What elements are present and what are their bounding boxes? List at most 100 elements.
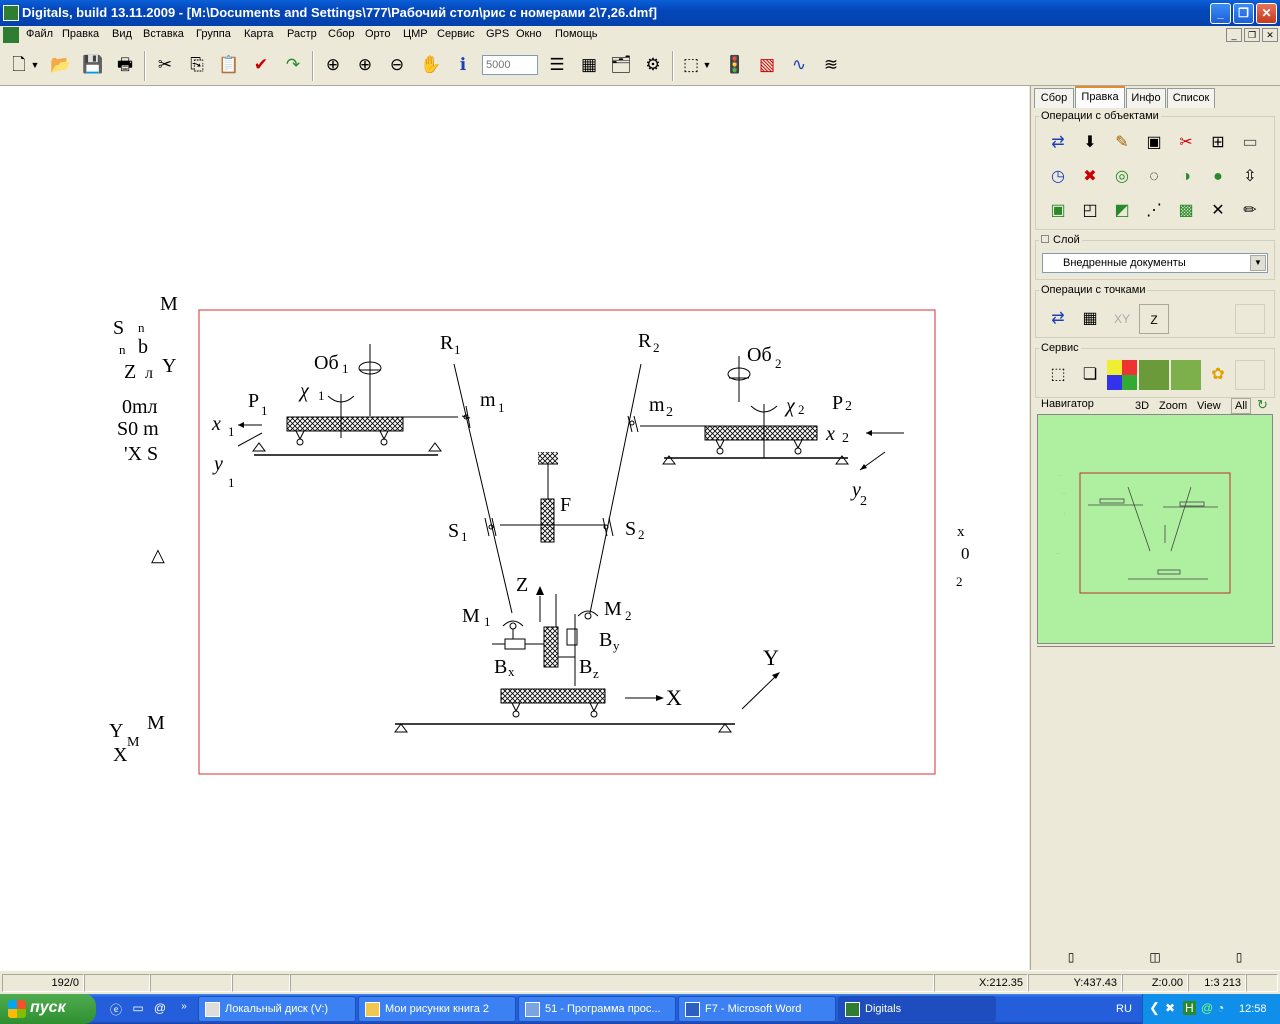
- tray-volume-icon[interactable]: ◔: [1217, 1001, 1224, 1015]
- layer-checkbox[interactable]: [1041, 235, 1049, 243]
- rotate-dial-icon[interactable]: ◷: [1043, 162, 1073, 192]
- subtract-icon[interactable]: ◑: [1171, 162, 1201, 192]
- task-digitals[interactable]: Digitals: [838, 996, 996, 1022]
- info-icon[interactable]: ℹ: [450, 52, 476, 78]
- tray-arrow-icon[interactable]: ❮: [1149, 1000, 1160, 1016]
- delete-node-icon[interactable]: ✖: [1075, 162, 1105, 192]
- refresh-icon[interactable]: ↻: [1257, 397, 1268, 413]
- dz-icon[interactable]: ⇳: [1235, 162, 1265, 192]
- stack-icon[interactable]: ❏: [1075, 360, 1105, 390]
- language-indicator[interactable]: RU: [1116, 1003, 1132, 1015]
- task-word[interactable]: F7 - Microsoft Word: [678, 996, 836, 1022]
- task-image-viewer[interactable]: 51 - Программа прос...: [518, 996, 676, 1022]
- menu-raster[interactable]: Растр: [287, 28, 317, 40]
- traffic-light-icon[interactable]: 🚦: [722, 52, 748, 78]
- raster-photo-icon[interactable]: [1171, 360, 1201, 390]
- check-icon[interactable]: ✔: [248, 52, 274, 78]
- menu-file[interactable]: Файл: [26, 28, 53, 40]
- zoom-in-icon[interactable]: ⊕: [352, 52, 378, 78]
- cube-icon[interactable]: ⬚: [1043, 360, 1073, 390]
- mdi-restore-button[interactable]: ❐: [1244, 28, 1260, 42]
- navigator-splitter[interactable]: [1037, 646, 1275, 652]
- circle-icon[interactable]: ●: [1203, 162, 1233, 192]
- color-grid-icon[interactable]: [1107, 360, 1137, 390]
- new-dropdown-icon[interactable]: ▼: [28, 52, 42, 78]
- document-icon[interactable]: [3, 27, 19, 43]
- navigator-all-button[interactable]: All: [1231, 398, 1252, 414]
- drawing-canvas[interactable]: Об 1 Об 2 R1 R2 χ1 χ2 P1 P2 m1 m2 x1 y1 x2…: [0, 86, 1029, 970]
- menu-service[interactable]: Сервис: [437, 28, 475, 40]
- chevron-down-icon[interactable]: ▼: [1250, 255, 1266, 271]
- z-button[interactable]: Z: [1139, 304, 1169, 334]
- app-icon[interactable]: [3, 5, 19, 21]
- tab-collect[interactable]: Сбор: [1034, 88, 1074, 108]
- union-icon[interactable]: ◎: [1107, 162, 1137, 192]
- tab-info[interactable]: Инфо: [1126, 88, 1166, 108]
- raster-tiles-icon[interactable]: [1139, 360, 1169, 390]
- select-dropdown-icon[interactable]: ▼: [700, 52, 714, 78]
- clock[interactable]: 12:58: [1239, 1003, 1267, 1015]
- navigator-view[interactable]: · · · · · · ·: [1037, 414, 1273, 644]
- dotted-line-icon[interactable]: ⋰: [1139, 196, 1169, 226]
- layout-right-icon[interactable]: ▯: [1219, 950, 1259, 968]
- color-wheel-icon[interactable]: ✿: [1203, 360, 1233, 390]
- tray-h-icon[interactable]: H: [1183, 1001, 1196, 1015]
- pencil-icon[interactable]: ✏: [1235, 196, 1265, 226]
- properties-icon[interactable]: 🗂: [608, 52, 634, 78]
- curve-icon[interactable]: ∿: [786, 52, 812, 78]
- raster-icon[interactable]: ▧: [754, 52, 780, 78]
- quicklaunch-desktop-icon[interactable]: ▭: [130, 1001, 146, 1017]
- zoom-scale-input[interactable]: [482, 55, 538, 75]
- grid-pattern-icon[interactable]: ▩: [1171, 196, 1201, 226]
- minimize-button[interactable]: _: [1210, 3, 1231, 24]
- layout-split-icon[interactable]: ◫: [1135, 950, 1175, 968]
- menu-map[interactable]: Карта: [244, 28, 273, 40]
- task-folder[interactable]: Мои рисунки книга 2: [358, 996, 516, 1022]
- break-line-icon[interactable]: ✂: [1171, 128, 1201, 158]
- print-icon[interactable]: 🖶: [112, 52, 138, 78]
- swap-points-icon[interactable]: ⇄: [1043, 304, 1073, 334]
- quicklaunch-more-icon[interactable]: »: [176, 1001, 192, 1017]
- menu-dem[interactable]: ЦМР: [403, 28, 428, 40]
- layout-single-icon[interactable]: ▯: [1051, 950, 1091, 968]
- objects-icon[interactable]: ▣: [1139, 128, 1169, 158]
- menu-help[interactable]: Помощь: [555, 28, 598, 40]
- menu-view[interactable]: Вид: [112, 28, 132, 40]
- figure-frame[interactable]: [198, 309, 936, 775]
- menu-window[interactable]: Окно: [516, 28, 542, 40]
- xy-button[interactable]: XY: [1107, 304, 1137, 334]
- menu-insert[interactable]: Вставка: [143, 28, 184, 40]
- ruler-icon[interactable]: ▭: [1235, 128, 1265, 158]
- intersect-icon[interactable]: ◌: [1139, 162, 1169, 192]
- quicklaunch-ie-icon[interactable]: ⓔ: [108, 1001, 124, 1017]
- contour-icon[interactable]: ≋: [818, 52, 844, 78]
- node-edit-icon[interactable]: ✎: [1107, 128, 1137, 158]
- polygon-icon[interactable]: ◩: [1107, 196, 1137, 226]
- mdi-close-button[interactable]: ✕: [1262, 28, 1278, 42]
- mdi-minimize-button[interactable]: _: [1226, 28, 1242, 42]
- navigator-view-button[interactable]: View: [1197, 400, 1221, 412]
- tray-network-icon[interactable]: ✖: [1165, 1001, 1175, 1015]
- zoom-out-icon[interactable]: ⊖: [384, 52, 410, 78]
- tab-edit[interactable]: Правка: [1075, 86, 1125, 108]
- table-icon[interactable]: ▦: [576, 52, 602, 78]
- open-folder-icon[interactable]: 📂: [48, 52, 74, 78]
- paste-icon[interactable]: 📋: [216, 52, 242, 78]
- tray-messenger-icon[interactable]: @: [1201, 1001, 1213, 1015]
- menu-ortho[interactable]: Орто: [365, 28, 390, 40]
- zoom-window-icon[interactable]: ⊕: [320, 52, 346, 78]
- navigator-3d-button[interactable]: 3D: [1135, 400, 1149, 412]
- swap-arrows-icon[interactable]: ⇄: [1043, 128, 1073, 158]
- menu-collect[interactable]: Сбор: [328, 28, 354, 40]
- quicklaunch-mail-icon[interactable]: @: [152, 1001, 168, 1017]
- cross-lines-icon[interactable]: ✕: [1203, 196, 1233, 226]
- save-icon[interactable]: 💾: [80, 52, 106, 78]
- square-frame-icon[interactable]: ◰: [1075, 196, 1105, 226]
- redo-icon[interactable]: ↷: [280, 52, 306, 78]
- copy-icon[interactable]: ⎘: [184, 52, 210, 78]
- rotate-90-icon[interactable]: ▣: [1043, 196, 1073, 226]
- cut-icon[interactable]: ✂: [152, 52, 178, 78]
- menu-group[interactable]: Группа: [196, 28, 231, 40]
- pan-hand-icon[interactable]: ✋: [418, 52, 444, 78]
- menu-edit[interactable]: Правка: [62, 28, 99, 40]
